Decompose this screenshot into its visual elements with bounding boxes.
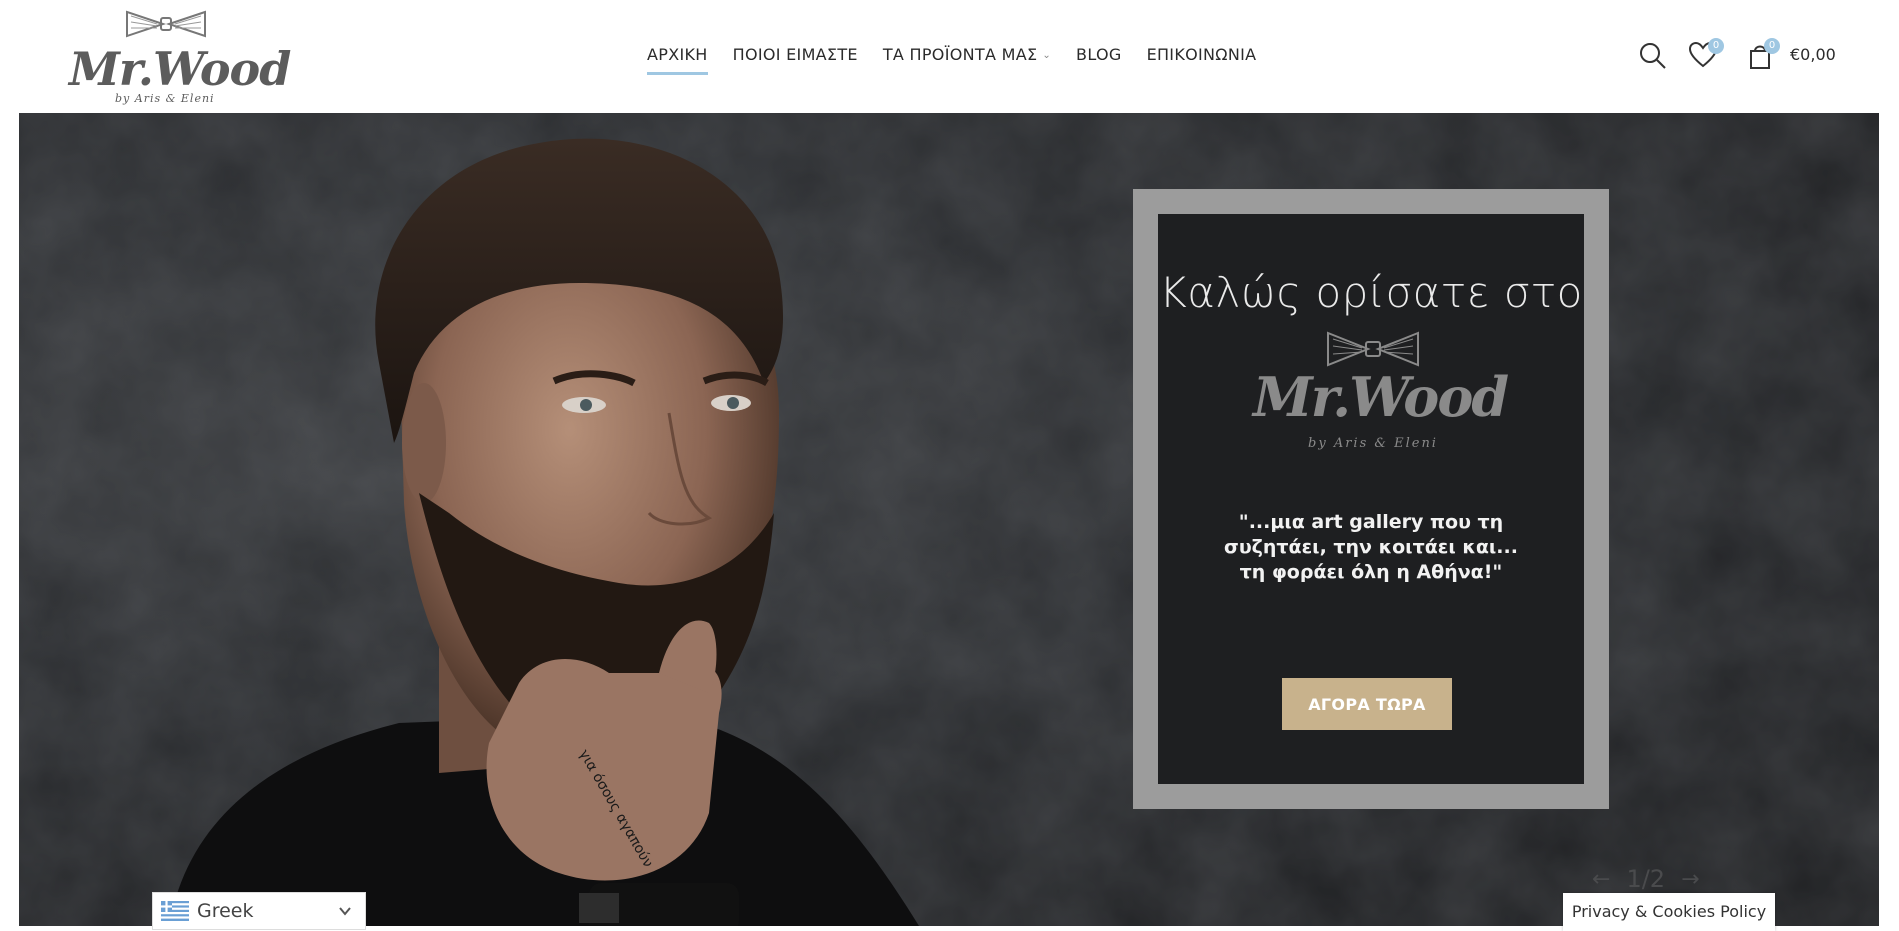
- hero-slider: για όσους αγαπούν Καλώς ορίσατε στο Mr.W…: [19, 113, 1879, 926]
- welcome-frame: Καλώς ορίσατε στο Mr.Wood by Aris & Elen…: [1133, 189, 1609, 809]
- nav-label: ΤΑ ΠΡΟΪΟΝΤΑ ΜΑΣ: [882, 45, 1038, 64]
- nav-item-home[interactable]: ΑΡΧΙΚΗ: [647, 44, 708, 75]
- cart-icon[interactable]: 0: [1748, 38, 1780, 75]
- search-icon[interactable]: [1639, 42, 1667, 75]
- brand-name: Mr.Wood: [69, 42, 291, 96]
- welcome-heading: Καλώς ορίσατε στο: [1159, 268, 1583, 317]
- chevron-down-icon: [339, 907, 351, 916]
- hero-man-image: για όσους αγαπούν: [169, 138, 919, 926]
- hero-quote: "...μια art gallery που τη συζητάει, την…: [1198, 510, 1544, 585]
- language-selector[interactable]: Greek: [152, 892, 366, 930]
- nav-label: ΑΡΧΙΚΗ: [647, 45, 708, 64]
- nav-item-blog[interactable]: BLOG: [1076, 44, 1122, 69]
- slider-controls: ← 1/2 →: [1592, 865, 1700, 893]
- wishlist-count-badge: 0: [1708, 38, 1724, 54]
- quote-line: "...μια art gallery που τη: [1238, 511, 1504, 533]
- brand-logo[interactable]: Mr.Wood by Aris & Eleni: [63, 4, 291, 108]
- main-nav: ΑΡΧΙΚΗ ΠΟΙΟΙ ΕΙΜΑΣΤΕ ΤΑ ΠΡΟΪΟΝΤΑ ΜΑΣ ⌄ BL…: [647, 44, 1281, 75]
- nav-item-products[interactable]: ΤΑ ΠΡΟΪΟΝΤΑ ΜΑΣ ⌄: [883, 44, 1051, 69]
- nav-label: BLOG: [1076, 45, 1122, 64]
- greek-flag-icon: [161, 901, 189, 921]
- buy-now-button[interactable]: ΑΓΟΡΑ ΤΩΡΑ: [1282, 678, 1452, 730]
- chevron-down-icon: ⌄: [1042, 50, 1052, 61]
- quote-line: συζητάει, την κοιτάει και...: [1224, 536, 1518, 558]
- wishlist-icon[interactable]: 0: [1688, 38, 1724, 73]
- privacy-policy-link[interactable]: Privacy & Cookies Policy: [1563, 893, 1775, 931]
- nav-label: ΕΠΙΚΟΙΝΩΝΙΑ: [1146, 45, 1257, 64]
- prev-arrow-icon[interactable]: ←: [1592, 867, 1610, 892]
- panel-logo: Mr.Wood by Aris & Eleni: [1253, 329, 1509, 459]
- panel-brand-tagline: by Aris & Eleni: [1308, 436, 1438, 451]
- brand-tagline: by Aris & Eleni: [115, 92, 215, 105]
- next-arrow-icon[interactable]: →: [1681, 867, 1699, 892]
- cart-count-badge: 0: [1764, 38, 1780, 54]
- cart-total[interactable]: €0,00: [1790, 45, 1836, 64]
- quote-line: τη φοράει όλη η Αθήνα!": [1239, 561, 1503, 583]
- site-header: Mr.Wood by Aris & Eleni ΑΡΧΙΚΗ ΠΟΙΟΙ ΕΙΜ…: [0, 0, 1899, 113]
- panel-brand-name: Mr.Wood: [1253, 365, 1509, 429]
- nav-item-about[interactable]: ΠΟΙΟΙ ΕΙΜΑΣΤΕ: [733, 44, 858, 69]
- slide-counter: 1/2: [1626, 865, 1666, 893]
- nav-label: ΠΟΙΟΙ ΕΙΜΑΣΤΕ: [732, 45, 858, 64]
- welcome-panel: Καλώς ορίσατε στο Mr.Wood by Aris & Elen…: [1158, 214, 1584, 784]
- nav-item-contact[interactable]: ΕΠΙΚΟΙΝΩΝΙΑ: [1147, 44, 1257, 69]
- language-label: Greek: [197, 900, 254, 922]
